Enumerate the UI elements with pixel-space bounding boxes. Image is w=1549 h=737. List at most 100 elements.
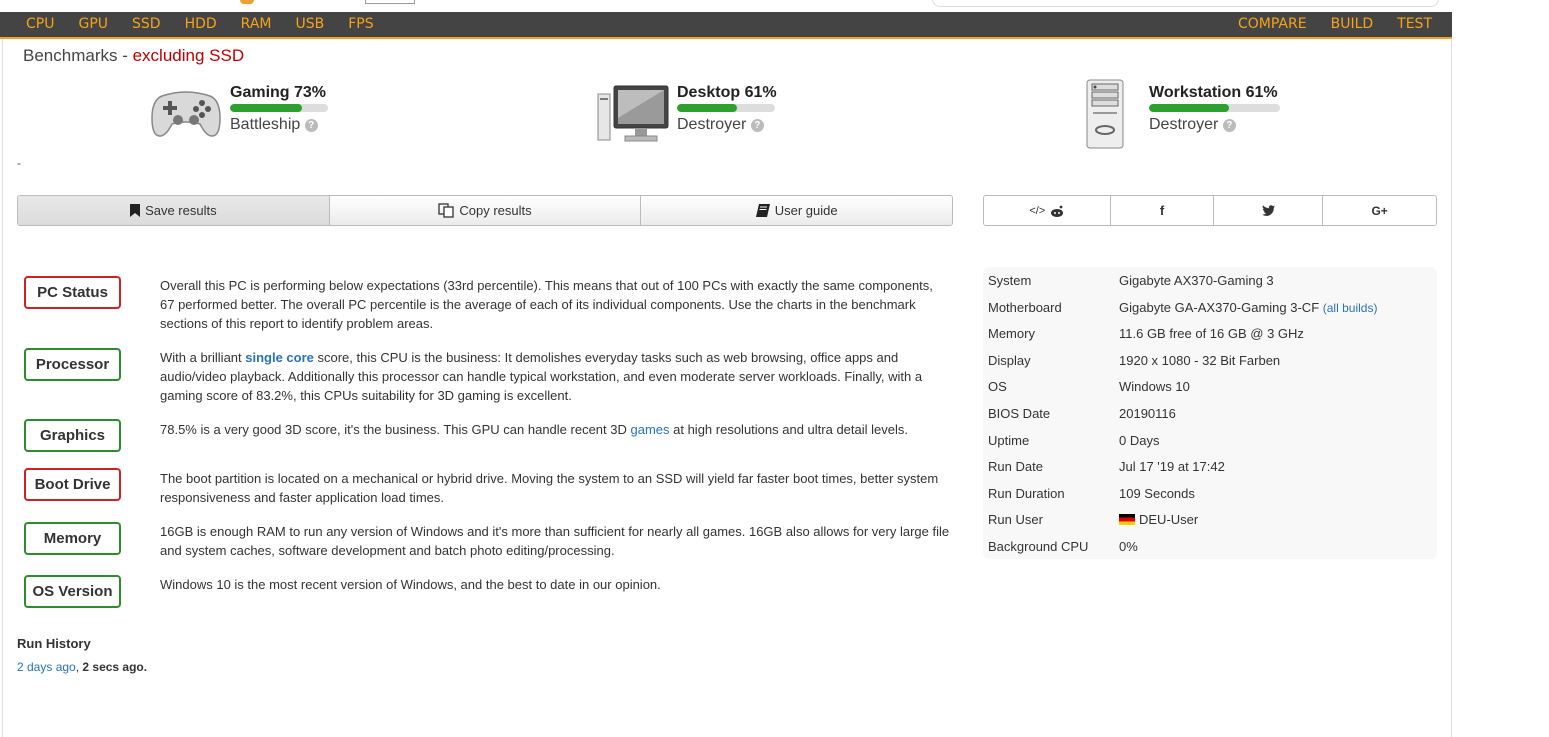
run-history-link[interactable]: 2 days ago (17, 660, 76, 674)
processor-status-text: With a brilliant single core score, this… (160, 348, 950, 405)
sys-key: Display (988, 353, 1031, 368)
benchmarks-exclusion: excluding SSD (132, 46, 245, 65)
system-info-table: System Gigabyte AX370-Gaming 3 Motherboar… (983, 267, 1437, 559)
desktop-tier-label: Destroyer (677, 116, 747, 133)
sys-key: Run Duration (988, 486, 1065, 501)
benchmarks-title: Benchmarks (23, 46, 118, 65)
workstation-tier-label: Destroyer (1149, 116, 1219, 133)
run-history-title: Run History (17, 636, 91, 651)
processor-text-before: With a brilliant (160, 350, 246, 365)
run-history-links: 2 days ago, 2 secs ago. (17, 660, 147, 674)
gaming-tier: Battleship ? (230, 116, 328, 134)
pc-status-text: Overall this PC is performing below expe… (160, 278, 933, 331)
workstation-tier: Destroyer ? (1149, 116, 1280, 134)
facebook-share-button[interactable]: f (1110, 196, 1215, 225)
nav-test[interactable]: TEST (1385, 12, 1444, 37)
user-guide-button[interactable]: User guide (641, 196, 952, 225)
user-guide-label: User guide (774, 203, 838, 218)
sys-value: 109 Seconds (1119, 486, 1195, 501)
copy-icon (438, 203, 455, 218)
search-input[interactable] (932, 0, 1439, 7)
sys-key: System (988, 273, 1032, 288)
twitter-share-button[interactable] (1214, 196, 1324, 225)
save-results-button[interactable]: Save results (18, 196, 330, 225)
workstation-progress-bar (1149, 104, 1280, 112)
save-results-label: Save results (145, 203, 217, 218)
nav-usb[interactable]: USB (284, 12, 337, 37)
graphics-text-after: at high resolutions and ultra detail lev… (669, 422, 908, 437)
header-input-fragment[interactable] (365, 0, 415, 4)
all-builds-link[interactable]: (all builds) (1323, 301, 1378, 315)
help-icon[interactable]: ? (750, 119, 764, 132)
graphics-text-before: 78.5% is a very good 3D score, it's the … (160, 422, 631, 437)
sys-key: Memory (988, 326, 1035, 341)
sys-key: Background CPU (988, 539, 1089, 554)
memory-status-badge: Memory (24, 522, 121, 555)
google-plus-share-button[interactable]: G+ (1323, 196, 1436, 225)
help-icon[interactable]: ? (1222, 119, 1236, 132)
desktop-benchmark: Desktop 61% Destroyer ? (597, 78, 797, 153)
twitter-icon (1261, 205, 1275, 216)
sys-key: Run Date (988, 459, 1043, 474)
workstation-info: Workstation 61% Destroyer ? (1149, 84, 1280, 134)
germany-flag-icon (1119, 514, 1135, 525)
desktop-tier: Destroyer ? (677, 116, 777, 134)
sys-value: Gigabyte AX370-Gaming 3 (1119, 273, 1274, 288)
os-version-status-text: Windows 10 is the most recent version of… (160, 577, 661, 592)
gaming-benchmark: Gaming 73% Battleship ? (150, 78, 350, 153)
memory-status-text: 16GB is enough RAM to run any version of… (160, 524, 950, 558)
nav-ssd[interactable]: SSD (120, 12, 173, 37)
sys-key: Uptime (988, 433, 1030, 448)
graphics-status-badge: Graphics (24, 419, 121, 452)
single-core-link[interactable]: single core (245, 350, 314, 365)
gaming-progress-bar (230, 104, 328, 112)
main-navbar: CPU GPU SSD HDD RAM USB FPS COMPARE BUIL… (0, 12, 1452, 39)
share-actions: </> f G+ (983, 195, 1437, 226)
embed-icon: </> (1029, 204, 1046, 217)
sys-key: BIOS Date (988, 406, 1051, 421)
copy-results-button[interactable]: Copy results (329, 196, 642, 225)
sys-value-wrap: DEU-User (1119, 512, 1198, 527)
nav-gpu[interactable]: GPU (66, 12, 120, 37)
gaming-label: Gaming 73% (230, 84, 327, 101)
os-version-status-badge: OS Version (24, 575, 121, 608)
workstation-label: Workstation 61% (1149, 84, 1278, 101)
nav-ram[interactable]: RAM (229, 12, 284, 37)
benchmarks-heading: Benchmarks - excluding SSD (23, 46, 244, 66)
sys-value: DEU-User (1139, 512, 1199, 527)
google-plus-icon: G+ (1371, 203, 1388, 218)
workstation-benchmark: Workstation 61% Destroyer ? (1085, 78, 1305, 153)
book-icon (755, 204, 770, 217)
facebook-icon: f (1159, 203, 1165, 218)
help-icon[interactable]: ? (304, 119, 318, 132)
separator-dash: - (17, 156, 21, 170)
gaming-tier-label: Battleship (230, 116, 301, 133)
sys-value: 1920 x 1080 - 32 Bit Farben (1119, 353, 1281, 368)
desktop-info: Desktop 61% Destroyer ? (677, 84, 777, 134)
desktop-label: Desktop 61% (677, 84, 777, 101)
nav-compare[interactable]: COMPARE (1226, 12, 1319, 37)
nav-fps[interactable]: FPS (336, 12, 385, 37)
gaming-progress-fill (230, 104, 302, 112)
sys-value-wrap: Gigabyte GA-AX370-Gaming 3-CF (all build… (1119, 300, 1377, 315)
sys-value: Jul 17 '19 at 17:42 (1119, 459, 1225, 474)
bookmark-icon (130, 204, 141, 217)
boot-drive-status-text: The boot partition is located on a mecha… (160, 471, 939, 505)
sys-value: 20190116 (1119, 406, 1176, 421)
embed-reddit-button[interactable]: </> (984, 196, 1111, 225)
nav-hdd[interactable]: HDD (173, 12, 229, 37)
copy-results-label: Copy results (459, 203, 532, 218)
nav-tools: COMPARE BUILD TEST (1226, 12, 1444, 37)
sys-key: OS (988, 379, 1007, 394)
benchmarks-separator: - (117, 46, 133, 65)
games-link[interactable]: games (630, 422, 669, 437)
sys-value: 11.6 GB free of 16 GB @ 3 GHz (1119, 326, 1304, 341)
sys-key: Run User (988, 512, 1043, 527)
nav-categories: CPU GPU SSD HDD RAM USB FPS (14, 12, 386, 37)
sys-value: Gigabyte GA-AX370-Gaming 3-CF (1119, 300, 1320, 315)
nav-cpu[interactable]: CPU (14, 12, 66, 37)
boot-drive-status-badge: Boot Drive (24, 468, 121, 501)
nav-build[interactable]: BUILD (1319, 12, 1386, 37)
gaming-info: Gaming 73% Battleship ? (230, 84, 328, 134)
logo-fragment (240, 0, 254, 4)
